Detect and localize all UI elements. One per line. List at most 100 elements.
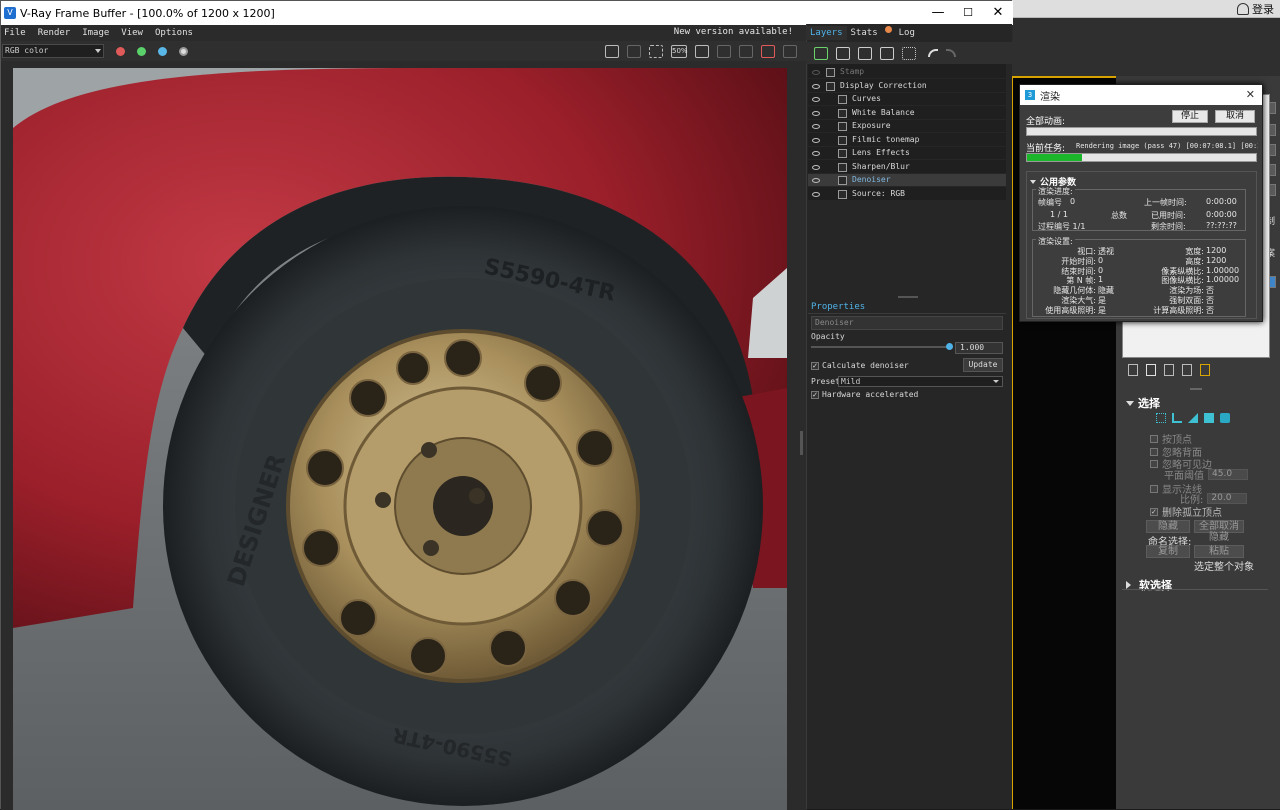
save-layers-icon[interactable] xyxy=(858,46,872,60)
layer-label: Sharpen/Blur xyxy=(852,161,910,171)
layer-row[interactable]: Sharpen/Blur xyxy=(808,161,1006,174)
stop-render-icon[interactable] xyxy=(761,44,775,58)
pin-stack-icon[interactable] xyxy=(1128,364,1138,376)
check-icon: ✓ xyxy=(811,361,819,370)
preset-select[interactable]: Mild xyxy=(838,376,1003,387)
region-render-icon[interactable] xyxy=(649,44,663,58)
eye-icon[interactable] xyxy=(812,191,820,197)
plane-threshold-spinner[interactable]: 45.0 xyxy=(1208,469,1248,480)
eye-icon[interactable] xyxy=(812,137,820,143)
red-channel-toggle[interactable] xyxy=(116,46,125,56)
soft-selection-rollout-header[interactable]: 软选择 xyxy=(1126,577,1172,593)
green-channel-toggle[interactable] xyxy=(137,46,146,56)
cancel-button[interactable]: 取消 xyxy=(1215,110,1255,123)
tab-log[interactable]: Log xyxy=(895,26,919,40)
hidden-eye-icon[interactable] xyxy=(812,70,820,75)
layer-type-icon xyxy=(826,68,835,77)
hide-button[interactable]: 隐藏 xyxy=(1146,520,1190,533)
undo-icon[interactable] xyxy=(928,49,938,57)
setting-row: 使用高级照明: 是 xyxy=(1036,305,1130,315)
delete-layer-icon[interactable] xyxy=(836,46,850,60)
remaining-label: 剩余时间: xyxy=(1151,222,1186,231)
unhide-all-button[interactable]: 全部取消隐藏 xyxy=(1194,520,1244,543)
clear-icon[interactable] xyxy=(627,44,641,58)
scale-spinner[interactable]: 20.0 xyxy=(1207,493,1248,504)
car-wheel-render: S5590-4TR DESIGNER S5590-4TR xyxy=(13,68,787,810)
elapsed-value: 0:00:00 xyxy=(1206,210,1237,219)
load-layers-icon[interactable] xyxy=(880,46,894,60)
layer-list-icon[interactable] xyxy=(902,46,916,60)
redo-icon[interactable] xyxy=(946,49,956,57)
edge-icon[interactable] xyxy=(1172,413,1182,423)
eye-icon[interactable] xyxy=(812,164,820,170)
vertex-icon[interactable] xyxy=(1156,413,1166,423)
layer-row[interactable]: Display Correction xyxy=(808,80,1006,93)
menu-image[interactable]: Image xyxy=(82,28,109,38)
hardware-accelerated-checkbox[interactable]: ✓ Hardware accelerated xyxy=(811,390,918,399)
copy-button[interactable]: 复制 xyxy=(1146,545,1190,558)
all-animation-label: 全部动画: xyxy=(1026,117,1066,127)
opacity-value-field[interactable]: 1.000 xyxy=(955,342,1003,354)
eye-icon[interactable] xyxy=(812,124,820,129)
configure-sets-icon[interactable] xyxy=(1200,364,1210,376)
stop-button[interactable]: 停止 xyxy=(1172,110,1208,123)
minimize-button[interactable]: — xyxy=(923,1,953,25)
remove-modifier-icon[interactable] xyxy=(1182,364,1192,376)
setting-key: 计算高级照明: xyxy=(1153,305,1204,315)
opacity-slider[interactable] xyxy=(811,346,951,348)
calculate-denoiser-checkbox[interactable]: ✓ Calculate denoiser xyxy=(811,361,909,370)
layer-row[interactable]: Stamp xyxy=(808,66,1006,79)
paste-button[interactable]: 粘贴 xyxy=(1194,545,1244,558)
blue-channel-toggle[interactable] xyxy=(158,46,167,56)
eye-icon[interactable] xyxy=(812,178,820,183)
render-dialog-titlebar[interactable]: 3 渲染 ✕ xyxy=(1020,85,1262,105)
setting-row: 视口: 透视 xyxy=(1036,246,1130,256)
element-icon[interactable] xyxy=(1220,413,1230,423)
maximize-button[interactable]: ☐ xyxy=(953,1,983,25)
vfb-titlebar[interactable]: V V-Ray Frame Buffer - [100.0% of 1200 x… xyxy=(1,1,1013,25)
interactive-render-icon[interactable] xyxy=(717,44,731,58)
update-button[interactable]: Update xyxy=(963,358,1003,372)
menu-render[interactable]: Render xyxy=(38,28,71,38)
rendered-image[interactable]: S5590-4TR DESIGNER S5590-4TR xyxy=(13,68,787,810)
layer-row[interactable]: White Balance xyxy=(808,107,1006,120)
layer-row[interactable]: Filmic tonemap xyxy=(808,134,1006,147)
eye-icon[interactable] xyxy=(812,110,820,116)
layer-row[interactable]: Source: RGB xyxy=(808,188,1006,201)
delete-isolated-checkbox[interactable]: ✓ 删除孤立顶点 xyxy=(1150,504,1222,519)
layer-row[interactable]: Denoiser xyxy=(808,174,1006,187)
test-resolution-badge[interactable]: 50% xyxy=(671,44,688,58)
menu-file[interactable]: File xyxy=(4,28,26,38)
tab-layers[interactable]: Layers xyxy=(806,26,847,40)
add-layer-icon[interactable] xyxy=(814,46,828,60)
mono-toggle-icon[interactable] xyxy=(179,46,188,56)
preset-label: Preset xyxy=(811,377,840,386)
polygon-icon[interactable] xyxy=(1204,413,1214,423)
save-icon[interactable] xyxy=(605,44,619,58)
properties-grip[interactable] xyxy=(898,296,918,298)
selection-rollout-header[interactable]: 选择 xyxy=(1126,395,1160,411)
follow-mouse-icon[interactable] xyxy=(695,44,709,58)
menu-options[interactable]: Options xyxy=(155,28,193,38)
login-button[interactable]: 登录 xyxy=(1237,1,1274,17)
eye-icon[interactable] xyxy=(812,83,820,89)
eye-icon[interactable] xyxy=(812,97,820,102)
close-button[interactable]: ✕ xyxy=(983,1,1013,25)
menu-view[interactable]: View xyxy=(121,28,143,38)
layer-row[interactable]: Lens Effects xyxy=(808,147,1006,160)
channel-select[interactable]: RGB color xyxy=(2,44,104,58)
eye-icon[interactable] xyxy=(812,151,820,156)
opacity-slider-handle[interactable] xyxy=(946,343,953,350)
new-version-link[interactable]: New version available! xyxy=(674,27,793,37)
make-unique-icon[interactable] xyxy=(1164,364,1174,376)
layer-name-field[interactable]: Denoiser xyxy=(811,316,1003,330)
layer-row[interactable]: Exposure xyxy=(808,120,1006,133)
panel-splitter[interactable] xyxy=(800,431,803,455)
layer-row[interactable]: Curves xyxy=(808,93,1006,106)
close-icon[interactable]: ✕ xyxy=(1246,88,1255,101)
face-icon[interactable] xyxy=(1188,413,1198,423)
tab-stats[interactable]: Stats xyxy=(847,26,882,40)
show-end-result-icon[interactable] xyxy=(1146,364,1156,376)
refresh-icon[interactable] xyxy=(739,44,753,58)
render-teapot-icon[interactable] xyxy=(783,44,797,58)
